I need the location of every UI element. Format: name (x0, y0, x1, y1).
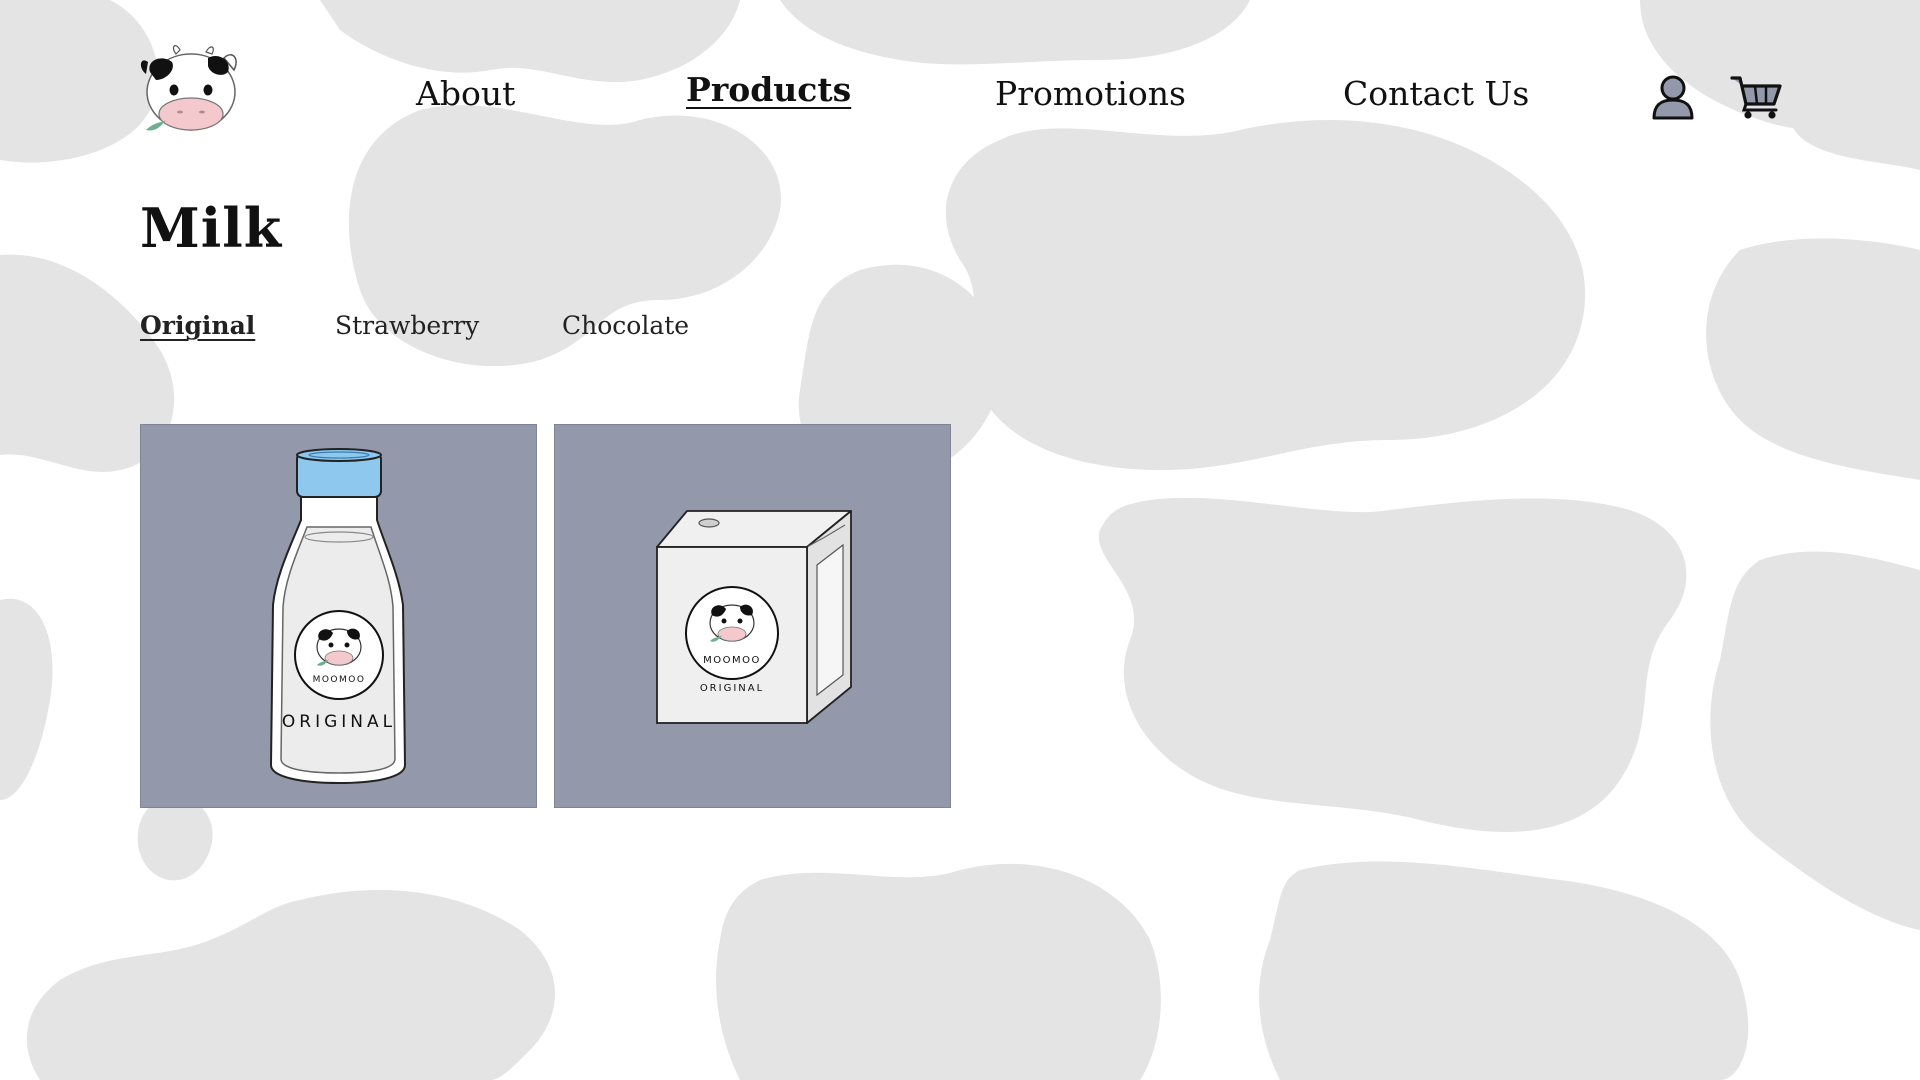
cart-icon[interactable] (1730, 74, 1784, 120)
tab-strawberry[interactable]: Strawberry (335, 311, 479, 340)
milk-bottle-image: MOOMOO ORIGINAL (269, 448, 407, 785)
bottle-flavor-text: ORIGINAL (282, 712, 396, 732)
bottle-brand-text: MOOMOO (313, 675, 366, 685)
page-title: Milk (140, 196, 283, 260)
nav-about[interactable]: About (416, 74, 515, 113)
tab-original[interactable]: Original (140, 311, 255, 340)
product-card-bottle[interactable]: MOOMOO ORIGINAL (140, 424, 537, 808)
nav-promotions[interactable]: Promotions (995, 74, 1186, 113)
carton-flavor-text: ORIGINAL (700, 683, 764, 694)
cow-logo[interactable] (136, 44, 246, 136)
user-icon[interactable] (1651, 74, 1695, 120)
page: About Products Promotions Contact Us Mil… (0, 0, 1920, 1080)
carton-brand-text: MOOMOO (703, 655, 761, 666)
milk-carton-image: MOOMOO ORIGINAL (656, 510, 852, 724)
nav-products[interactable]: Products (686, 70, 851, 109)
product-card-carton[interactable]: MOOMOO ORIGINAL (554, 424, 951, 808)
nav-contact-us[interactable]: Contact Us (1343, 74, 1529, 113)
tab-chocolate[interactable]: Chocolate (562, 311, 689, 340)
